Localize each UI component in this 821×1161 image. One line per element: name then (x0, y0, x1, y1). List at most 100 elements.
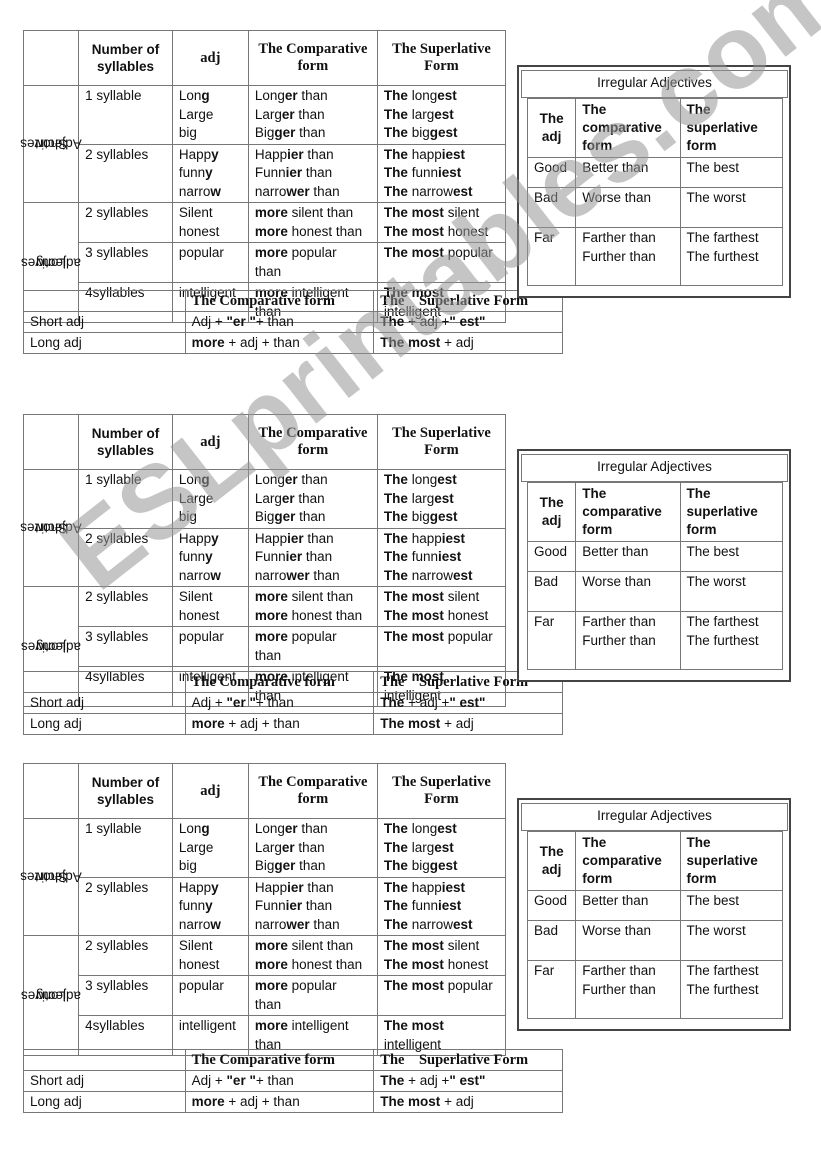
formula-part: Adj + (191, 1073, 227, 1088)
irregular-superlative: The farthest The furthest (679, 611, 784, 670)
form-line: The narrowest (384, 183, 499, 202)
form-stem: honest than (287, 607, 363, 623)
form-line: narrower than (255, 567, 371, 586)
form-suffix: er (281, 839, 295, 855)
form-prefix: The most (383, 223, 444, 239)
comparative-formula: Adj + "er "+ than (184, 692, 375, 714)
form-stem: long (407, 88, 438, 103)
adj-stem: Lon (178, 472, 202, 487)
form-tail: than (302, 165, 333, 180)
superlative-header: The Superlative Form (376, 30, 507, 86)
adj-header: adj (171, 30, 249, 86)
formula-part: + adj (440, 1094, 474, 1109)
formula-table: The Comparative form The Superlative Form… (23, 671, 563, 735)
group-label: Short Adjectives (20, 818, 82, 936)
form-prefix: The (383, 490, 408, 506)
form-stem: popular (287, 245, 337, 260)
irregular-adj: Far (526, 227, 577, 286)
adj-cell: popular (171, 975, 249, 1016)
form-line: Bigger than (255, 857, 371, 876)
superlative-formula: The most + adj (373, 332, 563, 354)
form-stem: honest than (287, 223, 363, 239)
formula-row: Long adj more + adj + than The most + adj (23, 332, 563, 354)
superlative-cell: The longest The largest The biggest (376, 85, 507, 145)
form-line: The funniest (384, 548, 499, 567)
irregular-form: The best (686, 160, 740, 175)
table-row: 3 syllables popular more popular than The mo… (24, 975, 507, 1016)
superlative-cell: The happiest The funniest The narrowest (376, 876, 507, 936)
form-tail: than (309, 183, 340, 199)
adj-ending: w (210, 916, 221, 932)
irregular-comparative: Farther than Further than (575, 960, 681, 1019)
adj-ending: y (211, 146, 219, 162)
adj-stem: big (178, 858, 197, 873)
form-line: than (255, 996, 371, 1015)
form-prefix: The most (383, 245, 444, 260)
form-stem: narro (254, 916, 287, 932)
adj-word: Long (179, 820, 242, 839)
formula-part: + adj + than (224, 1094, 300, 1109)
form-line: more intelligent (255, 1017, 371, 1036)
form-prefix: The most (383, 205, 444, 220)
table-row: 2 syllables Happy funny narrow Happier than F… (24, 527, 507, 587)
formula-part: The most (380, 716, 441, 731)
table-row: 2 syllables Happy funny narrow Happier than F… (24, 876, 507, 936)
form-prefix: The (383, 898, 408, 913)
formula-header: The Comparative form (184, 290, 375, 312)
form-stem: silent than (287, 205, 354, 220)
form-tail: than (297, 472, 328, 487)
form-stem: popular (287, 629, 337, 644)
irregular-superlative: The best (679, 890, 784, 921)
adj-word: honest (179, 223, 242, 242)
irregular-header: The adj (526, 831, 577, 891)
syllables-cell: 2 syllables (78, 527, 173, 587)
form-stem: Funn (254, 549, 286, 564)
adj-stem: honest (178, 607, 220, 623)
adj-word: Silent (179, 204, 242, 223)
form-suffix: ier (287, 530, 304, 546)
adj-cell: Silent honest (171, 586, 249, 627)
header-row: Number of syllables adj The Comparative fo… (22, 414, 507, 470)
form-stem: long (407, 472, 438, 487)
group-label-line: Adjectives (20, 136, 82, 152)
form-line: more honest than (255, 223, 371, 242)
irregular-title: Irregular Adjectives (521, 803, 788, 831)
syllables-cell: 3 syllables (78, 242, 173, 283)
adj-stem: Happ (178, 146, 212, 162)
form-suffix: er (284, 88, 298, 103)
form-stem: happ (407, 530, 442, 546)
irregular-header: The comparative form (575, 98, 681, 158)
form-stem: larg (407, 839, 435, 855)
irregular-form: Farther than (582, 230, 656, 245)
irregular-adj: Far (526, 611, 577, 670)
formula-row: Long adj more + adj + than The most + adj (23, 713, 563, 735)
irregular-comparative: Worse than (575, 920, 681, 961)
formula-row: Long adj more + adj + than The most + adj (23, 1091, 563, 1113)
form-prefix: The (383, 472, 408, 487)
formula-label: Short adj (23, 311, 186, 333)
comparative-cell: Longer than Larger than Bigger than (247, 818, 378, 878)
adj-stem: funn (178, 898, 206, 913)
irregular-header-row: The adj The comparative form The superlati… (526, 98, 784, 158)
group-label-line: adjectives (21, 988, 82, 1003)
formula-header-row: The Comparative form The Superlative Form (23, 1049, 563, 1071)
form-line: Funnier than (255, 897, 371, 916)
form-prefix: The (383, 839, 408, 855)
form-tail: than (297, 88, 328, 103)
form-suffix: est (434, 839, 454, 855)
adj-word: Silent (179, 937, 242, 956)
irregular-superlative: The farthest The furthest (679, 960, 784, 1019)
form-stem: Big (254, 125, 275, 140)
form-line: The biggest (384, 857, 499, 876)
irregular-adjectives-box: Irregular Adjectives The adj The comparati… (517, 65, 791, 298)
adj-stem: Silent (178, 205, 213, 220)
form-stem: long (407, 821, 438, 836)
form-suffix: er (281, 106, 295, 122)
adj-stem: honest (178, 956, 220, 972)
form-stem: narro (254, 567, 287, 583)
form-prefix: The most (383, 589, 444, 604)
adj-word: Happy (179, 879, 242, 898)
form-stem: narrow (407, 916, 453, 932)
adj-stem: narro (178, 916, 211, 932)
form-suffix: wer (286, 916, 310, 932)
